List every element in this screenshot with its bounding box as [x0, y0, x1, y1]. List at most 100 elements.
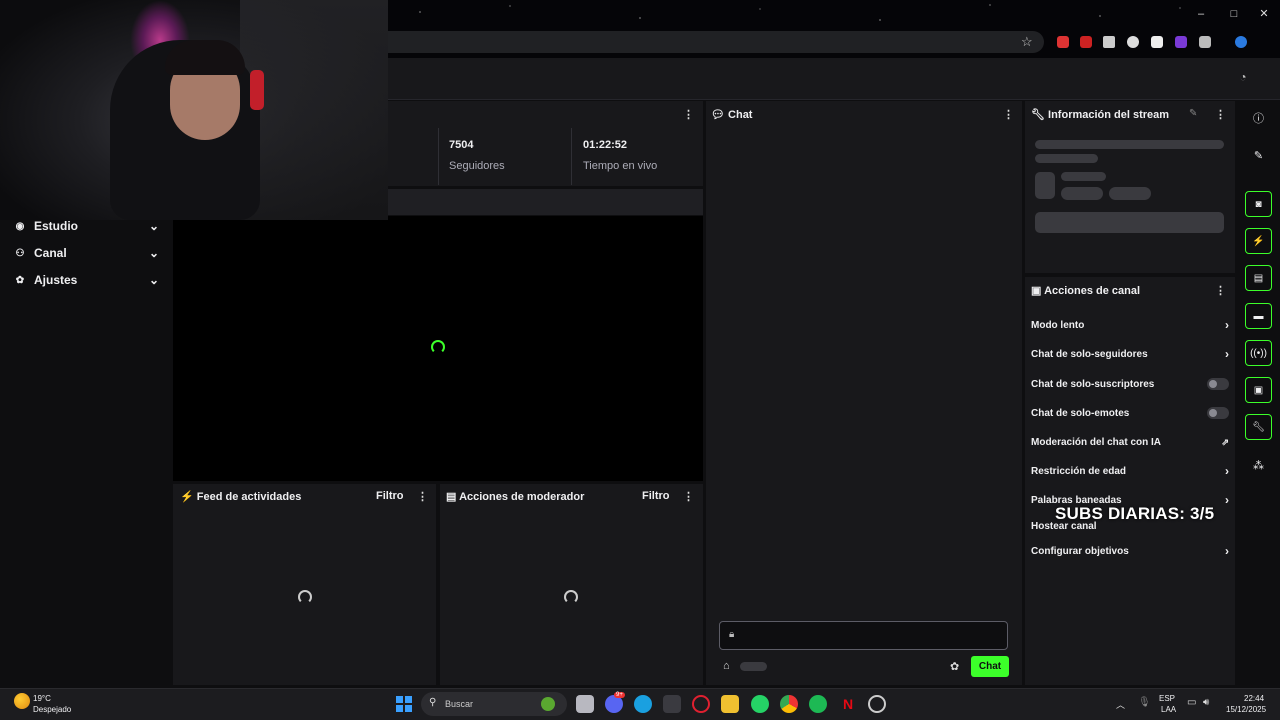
activity-filter-button[interactable]: Filtro — [376, 490, 404, 502]
extension-icon[interactable] — [1151, 36, 1163, 48]
netflix-icon[interactable]: N — [839, 695, 857, 713]
windows-start-icon[interactable] — [396, 696, 412, 712]
broadcast-icon[interactable]: ((•)) — [1245, 340, 1272, 366]
weather-description: Despejado — [33, 705, 72, 714]
actions-icon[interactable]: ▣ — [1245, 377, 1272, 403]
mod-filter-button[interactable]: Filtro — [642, 490, 670, 502]
sidebar-item-canal[interactable]: ⚇ Canal ⌄ — [14, 244, 159, 262]
bookmark-star-icon[interactable]: ☆ — [1021, 35, 1035, 49]
wrench-icon[interactable]: 🔧︎ — [1245, 414, 1272, 440]
sidebar-item-ajustes[interactable]: ✿ Ajustes ⌄ — [14, 271, 159, 289]
gear-icon[interactable]: ✿ — [950, 660, 959, 673]
extension-icon[interactable] — [1175, 36, 1187, 48]
store-icon[interactable]: ⌂ — [723, 660, 730, 672]
minimize-icon[interactable]: – — [1195, 8, 1207, 20]
chat-bubble-icon[interactable]: ▬ — [1245, 303, 1272, 329]
subscribers-only-toggle[interactable] — [1207, 378, 1229, 390]
keyboard-layout-indicator[interactable]: LAA — [1161, 705, 1176, 714]
extension-icon[interactable] — [1127, 36, 1139, 48]
clock-time[interactable]: 22:44 — [1244, 694, 1264, 703]
channel-actions-panel — [1025, 277, 1235, 685]
action-slow-mode[interactable]: Modo lento › — [1031, 317, 1229, 333]
more-options-icon[interactable]: ⋮ — [1215, 108, 1226, 121]
lightning-icon[interactable]: ⚡ — [1245, 228, 1272, 254]
action-label: Chat de solo-seguidores — [1031, 348, 1148, 360]
spotify-icon[interactable] — [809, 695, 827, 713]
maximize-icon[interactable]: □ — [1228, 8, 1240, 20]
action-configure-goals[interactable]: Configurar objetivos › — [1031, 543, 1229, 559]
external-link-icon: ⇗ — [1221, 436, 1229, 447]
clock-date[interactable]: 15/12/2025 — [1226, 705, 1266, 714]
more-options-icon[interactable]: ⋮ — [683, 490, 694, 503]
activity-feed-header: ⚡ Feed de actividades — [180, 490, 301, 503]
extensions-puzzle-icon[interactable] — [1199, 36, 1211, 48]
skeleton-button — [1035, 212, 1224, 233]
emotes-only-toggle[interactable] — [1207, 407, 1229, 419]
close-icon[interactable]: ✕ — [1258, 8, 1270, 20]
chevron-right-icon: › — [1225, 347, 1229, 361]
chat-title: Chat — [728, 109, 753, 121]
live-time-label: Tiempo en vivo — [583, 160, 658, 172]
weather-sun-icon[interactable] — [14, 693, 30, 709]
more-options-icon[interactable]: ⋮ — [1215, 284, 1226, 297]
skeleton-tag — [1109, 187, 1151, 200]
chevron-down-icon: ⌄ — [148, 219, 159, 233]
sidebar-item-label: Canal — [34, 246, 67, 260]
more-apps-icon[interactable]: ⁂ — [1245, 452, 1272, 478]
address-bar[interactable] — [388, 31, 1044, 53]
action-age-restriction[interactable]: Restricción de edad › — [1031, 463, 1229, 479]
document-icon[interactable]: ▤ — [1245, 265, 1272, 291]
edit-pencil-icon[interactable]: ✎ — [1245, 142, 1272, 168]
loading-spinner-icon — [431, 340, 445, 354]
extension-icon[interactable] — [1057, 36, 1069, 48]
chat-input[interactable] — [719, 621, 1008, 650]
edge-icon[interactable] — [634, 695, 652, 713]
task-view-icon[interactable] — [576, 695, 594, 713]
microphone-icon[interactable]: 🎙︎ — [1138, 697, 1151, 708]
action-label: Chat de solo-suscriptores — [1031, 378, 1155, 390]
file-explorer-icon[interactable] — [721, 695, 739, 713]
actions-icon: ▣ — [1031, 285, 1042, 297]
whatsapp-icon[interactable] — [751, 695, 769, 713]
action-followers-only[interactable]: Chat de solo-seguidores › — [1031, 346, 1229, 362]
chevron-right-icon: › — [1225, 464, 1229, 478]
info-icon[interactable]: ⓘ — [1245, 105, 1272, 131]
more-options-icon[interactable]: ⋮ — [1003, 108, 1014, 121]
chat-header: 💬︎ Chat — [711, 108, 752, 121]
language-indicator[interactable]: ESP — [1159, 694, 1175, 703]
profile-avatar[interactable] — [1235, 36, 1247, 48]
channel-actions-title: Acciones de canal — [1044, 285, 1141, 297]
chat-send-button[interactable]: Chat — [971, 656, 1009, 677]
obs-icon[interactable] — [868, 695, 886, 713]
studio-icon[interactable]: ◙ — [1245, 191, 1272, 217]
chevron-up-icon[interactable]: ︿ — [1116, 698, 1125, 711]
more-options-icon[interactable]: ⋮ — [417, 490, 428, 503]
chat-bubble-icon: 💬︎ — [711, 109, 725, 121]
points-placeholder — [740, 662, 767, 671]
store-icon[interactable] — [663, 695, 681, 713]
action-ai-moderation[interactable]: Moderación del chat con IA ⇗ — [1031, 434, 1229, 450]
live-time-value: 01:22:52 — [583, 139, 628, 151]
opera-icon[interactable] — [692, 695, 710, 713]
action-subscribers-only: Chat de solo-suscriptores — [1031, 376, 1229, 392]
action-label: Chat de solo-emotes — [1031, 407, 1130, 419]
chevron-right-icon: › — [1225, 544, 1229, 558]
search-placeholder: Buscar — [445, 699, 474, 709]
divider — [571, 128, 572, 185]
edit-pencil-icon[interactable]: ✎ — [1189, 108, 1197, 119]
skeleton-line — [1035, 154, 1098, 163]
chat-panel — [706, 101, 1022, 685]
volume-icon[interactable]: 🔊︎ — [1203, 697, 1209, 708]
webcam-hair — [165, 40, 245, 75]
discord-badge: 9+ — [614, 692, 625, 698]
network-icon[interactable]: ▭ — [1187, 697, 1196, 708]
chrome-icon[interactable] — [780, 695, 798, 713]
extension-icon[interactable] — [1103, 36, 1115, 48]
theme-toggle-icon[interactable]: ◔ — [1236, 70, 1250, 84]
wrench-icon: 🔧︎ — [1031, 109, 1045, 121]
activity-feed-title: Feed de actividades — [196, 491, 302, 503]
extension-icon[interactable] — [1080, 36, 1092, 48]
webcam-microphone — [250, 70, 264, 110]
more-options-icon[interactable]: ⋮ — [683, 108, 694, 121]
lightning-icon: ⚡ — [180, 491, 194, 503]
